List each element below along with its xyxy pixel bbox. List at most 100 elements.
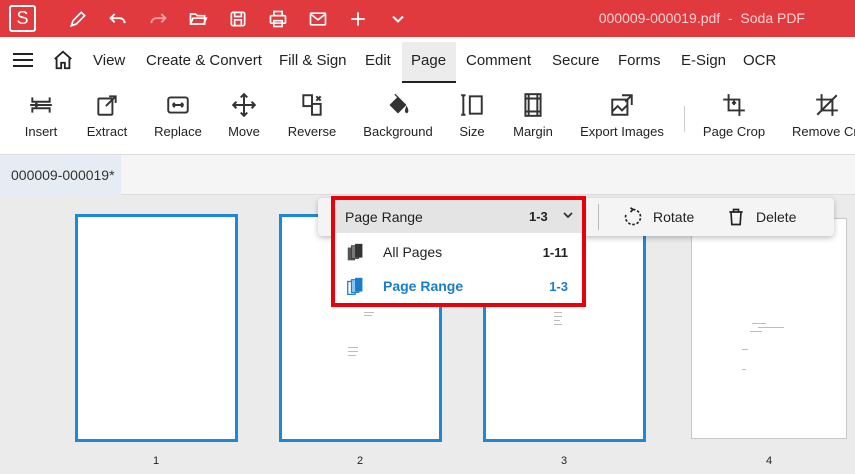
ribbon-separator <box>684 106 685 132</box>
undo-icon[interactable] <box>106 7 130 31</box>
page-text-line <box>364 312 374 313</box>
page-number-3: 3 <box>560 455 568 467</box>
toolbar-separator <box>598 204 599 230</box>
ribbon: Insert Extract Replace Move Reverse Back… <box>0 83 855 155</box>
chevron-down-icon[interactable] <box>386 7 410 31</box>
range-option-all-pages[interactable]: All Pages 1-11 <box>335 235 582 269</box>
menu-view[interactable]: View <box>93 52 125 69</box>
insert-label: Insert <box>24 124 58 139</box>
menu-edit[interactable]: Edit <box>365 52 391 69</box>
background-label: Background <box>363 124 433 139</box>
document-tab[interactable]: 000009-000019* <box>0 155 121 195</box>
page-range-icon <box>347 277 363 295</box>
menu-page[interactable]: Page <box>411 52 446 69</box>
extract-label: Extract <box>86 124 128 139</box>
rotate-icon <box>624 207 642 226</box>
menu-esign[interactable]: E-Sign <box>681 52 726 69</box>
move-button[interactable]: Move <box>224 83 264 155</box>
menu-fill-sign[interactable]: Fill & Sign <box>279 52 347 69</box>
size-icon <box>461 94 483 116</box>
page-text-line <box>348 347 358 348</box>
reverse-icon <box>302 94 322 116</box>
open-folder-icon[interactable] <box>186 7 210 31</box>
all-pages-icon <box>347 243 363 261</box>
home-icon[interactable] <box>52 49 74 76</box>
page-text-line <box>554 320 560 321</box>
export-images-icon <box>611 94 633 116</box>
remove-crop-label: Remove Cr <box>792 124 855 139</box>
document-tab-strip: 000009-000019* <box>0 155 855 195</box>
insert-icon <box>30 97 52 113</box>
range-option-name: Page Range <box>383 278 464 294</box>
page-number-1: 1 <box>152 455 160 467</box>
move-icon <box>231 92 257 118</box>
remove-crop-icon <box>816 94 838 116</box>
page-text-line <box>554 324 562 325</box>
range-option-page-range[interactable]: Page Range 1-3 <box>335 269 582 303</box>
page-number-4: 4 <box>765 455 773 467</box>
trash-icon <box>729 208 743 226</box>
page-text-line <box>364 315 372 316</box>
logo-letter: S <box>16 8 29 28</box>
app-logo[interactable]: S <box>9 5 36 32</box>
page-crop-label: Page Crop <box>702 124 766 139</box>
menu-create-convert[interactable]: Create & Convert <box>146 52 262 69</box>
page-crop-button[interactable]: Page Crop <box>702 83 766 155</box>
export-images-button[interactable]: Export Images <box>578 83 666 155</box>
range-option-value: 1-3 <box>549 278 568 294</box>
pen-icon[interactable] <box>66 7 90 31</box>
print-icon[interactable] <box>266 7 290 31</box>
delete-label: Delete <box>756 209 797 225</box>
extract-button[interactable]: Extract <box>82 83 132 155</box>
page-thumbnail-1[interactable] <box>75 214 238 442</box>
page-text-line <box>554 312 562 313</box>
page-thumbnail-4[interactable] <box>691 218 847 439</box>
range-option-name: All Pages <box>383 244 443 260</box>
page-text-line <box>348 351 358 352</box>
margin-button[interactable]: Margin <box>508 83 558 155</box>
menu-bar: View Create & Convert Fill & Sign Edit P… <box>0 37 855 83</box>
menu-comment[interactable]: Comment <box>466 52 531 69</box>
background-button[interactable]: Background <box>360 83 436 155</box>
replace-button[interactable]: Replace <box>152 83 204 155</box>
remove-crop-button[interactable]: Remove Cr <box>790 83 855 155</box>
replace-label: Replace <box>154 124 202 139</box>
rotate-label: Rotate <box>653 209 695 225</box>
page-range-select[interactable]: Page Range 1-3 <box>335 200 582 233</box>
menu-secure[interactable]: Secure <box>552 52 600 69</box>
size-label: Size <box>459 124 485 139</box>
page-range-select-value: 1-3 <box>529 209 548 224</box>
reverse-label: Reverse <box>287 124 337 139</box>
range-option-value: 1-11 <box>542 244 568 260</box>
rotate-button[interactable]: Rotate <box>623 198 694 236</box>
add-icon[interactable] <box>346 7 370 31</box>
reverse-button[interactable]: Reverse <box>284 83 340 155</box>
export-images-label: Export Images <box>580 124 664 139</box>
save-icon[interactable] <box>226 7 250 31</box>
page-text-line <box>750 331 762 332</box>
hamburger-menu-icon[interactable] <box>12 50 34 75</box>
page-text-line <box>752 323 766 324</box>
page-number-2: 2 <box>356 455 364 467</box>
page-text-line <box>348 355 356 356</box>
chevron-down-icon <box>563 212 573 219</box>
page-text-line <box>742 369 746 370</box>
insert-button[interactable]: Insert <box>18 83 64 155</box>
page-range-select-label: Page Range <box>345 208 423 225</box>
paint-bucket-icon <box>389 93 409 114</box>
page-text-line <box>742 349 748 350</box>
margin-label: Margin <box>513 124 553 139</box>
window-title: 000009-000019.pdf - Soda PDF <box>598 10 805 26</box>
size-button[interactable]: Size <box>452 83 492 155</box>
menu-ocr[interactable]: OCR <box>743 52 776 69</box>
delete-button[interactable]: Delete <box>726 198 796 236</box>
move-label: Move <box>228 124 260 139</box>
page-text-line <box>758 327 784 328</box>
extract-icon <box>97 95 117 116</box>
mail-icon[interactable] <box>306 7 330 31</box>
margin-icon <box>524 93 542 117</box>
page-text-line <box>554 316 562 317</box>
menu-forms[interactable]: Forms <box>618 52 661 69</box>
page-range-menu: All Pages 1-11 Page Range 1-3 <box>335 233 582 303</box>
redo-icon[interactable] <box>146 7 170 31</box>
